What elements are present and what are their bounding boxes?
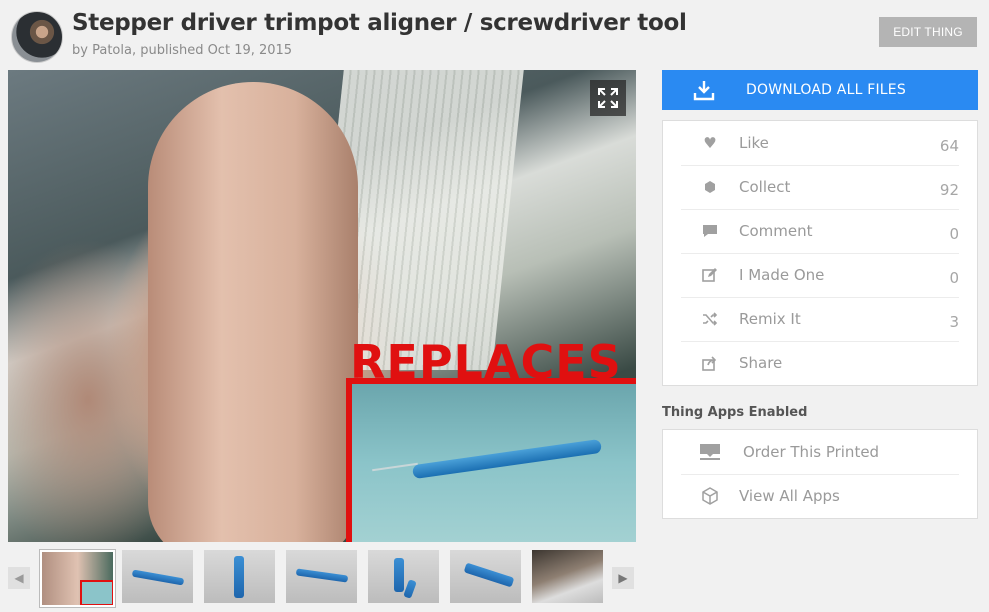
apps-heading: Thing Apps Enabled xyxy=(662,405,808,420)
apps-panel: Order This Printed View All Apps xyxy=(662,429,978,519)
view-all-apps-button[interactable]: View All Apps xyxy=(681,474,959,518)
tool-tip xyxy=(372,462,418,472)
thumbnail-next-button[interactable]: ▶ xyxy=(612,567,634,589)
action-label: Collect xyxy=(739,178,791,196)
i-made-one-button[interactable]: I Made One 0 xyxy=(681,253,959,298)
edit-thing-button[interactable]: EDIT THING xyxy=(879,17,977,47)
main-image[interactable]: REPLACES xyxy=(8,70,636,542)
order-printed-button[interactable]: Order This Printed xyxy=(681,430,959,475)
inset-photo xyxy=(346,378,636,542)
download-label: DOWNLOAD ALL FILES xyxy=(746,82,906,98)
fullscreen-button[interactable] xyxy=(590,80,626,116)
like-button[interactable]: ♥ Like 64 xyxy=(681,121,959,166)
edit-icon xyxy=(681,267,739,283)
blue-screwdriver xyxy=(411,438,603,480)
author-link[interactable]: Patola xyxy=(92,43,132,58)
printer-icon xyxy=(681,443,739,461)
action-label: Share xyxy=(739,354,783,372)
thumb xyxy=(148,82,358,542)
action-count: 92 xyxy=(939,181,959,199)
action-count: 3 xyxy=(949,313,959,331)
download-all-files-button[interactable]: DOWNLOAD ALL FILES xyxy=(662,70,978,110)
share-icon xyxy=(681,355,739,371)
collect-icon xyxy=(681,180,739,194)
chevron-right-icon: ▶ xyxy=(618,571,628,585)
chevron-left-icon: ◀ xyxy=(14,571,24,585)
thumbnail-4[interactable] xyxy=(286,550,357,603)
thumbnail-prev-button[interactable]: ◀ xyxy=(8,567,30,589)
byline: by Patola, published Oct 19, 2015 xyxy=(72,43,292,58)
published-date: , published Oct 19, 2015 xyxy=(131,43,293,58)
app-label: View All Apps xyxy=(739,487,840,505)
fullscreen-icon xyxy=(598,88,618,108)
app-label: Order This Printed xyxy=(743,443,880,461)
action-label: Comment xyxy=(739,222,813,240)
byline-prefix: by xyxy=(72,43,88,58)
thumbnail-6[interactable] xyxy=(450,550,521,603)
download-icon xyxy=(662,79,746,101)
action-count xyxy=(919,360,959,366)
thumbnail-5[interactable] xyxy=(368,550,439,603)
action-label: Remix It xyxy=(739,310,801,328)
thumbnail-7[interactable] xyxy=(532,550,603,603)
author-avatar[interactable] xyxy=(11,11,63,63)
action-count: 0 xyxy=(949,269,959,287)
heart-icon: ♥ xyxy=(703,134,717,152)
comment-icon xyxy=(681,224,739,238)
page-title: Stepper driver trimpot aligner / screwdr… xyxy=(72,10,687,36)
action-label: Like xyxy=(739,134,769,152)
comment-button[interactable]: Comment 0 xyxy=(681,209,959,254)
thumbnail-3[interactable] xyxy=(204,550,275,603)
action-count: 0 xyxy=(949,225,959,243)
remix-it-button[interactable]: Remix It 3 xyxy=(681,297,959,342)
action-count: 64 xyxy=(939,137,959,155)
share-button[interactable]: Share xyxy=(681,341,959,385)
thumbnail-2[interactable] xyxy=(122,550,193,603)
thumbnail-1[interactable] xyxy=(40,550,115,607)
collect-button[interactable]: Collect 92 xyxy=(681,165,959,210)
cube-icon xyxy=(681,487,739,505)
actions-panel: ♥ Like 64 Collect 92 Comment 0 I Made On… xyxy=(662,120,978,386)
shuffle-icon xyxy=(681,312,739,326)
action-label: I Made One xyxy=(739,266,825,284)
